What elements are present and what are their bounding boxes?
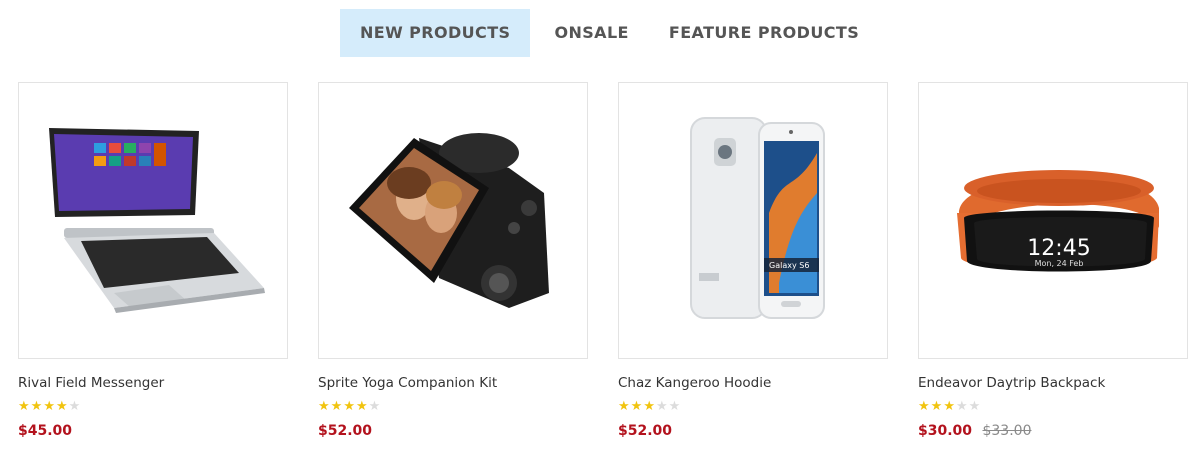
product-card: Sprite Yoga Companion Kit ★ ★ ★ ★ ★ $52.… (318, 82, 588, 439)
product-card: Galaxy S6 Chaz Kangeroo Hoodie ★ ★ ★ ★ ★… (618, 82, 888, 439)
star-icon: ★ (655, 398, 668, 413)
product-name[interactable]: Rival Field Messenger (18, 375, 164, 391)
star-icon: ★ (18, 398, 30, 413)
price-row: $52.00 (318, 422, 372, 440)
star-icon: ★ (955, 398, 968, 413)
rating-stars: ★ ★ ★ ★ ★ (318, 399, 380, 413)
price-row: $45.00 (18, 422, 72, 440)
product-price: $52.00 (618, 423, 673, 439)
star-icon: ★ (943, 398, 955, 413)
product-old-price: $33.00 (982, 423, 1032, 439)
rating-stars: ★ ★ ★ ★ ★ (918, 399, 980, 413)
star-icon: ★ (643, 398, 655, 413)
star-icon: ★ (30, 398, 43, 413)
watch-time: 12:45 (1027, 236, 1090, 261)
product-image[interactable] (318, 82, 588, 359)
phone-brand-text: Galaxy S6 (769, 261, 809, 270)
star-icon: ★ (618, 398, 630, 413)
product-image[interactable]: Galaxy S6 (618, 82, 888, 359)
tab-onsale[interactable]: ONSALE (534, 9, 648, 57)
star-icon: ★ (668, 398, 681, 413)
product-tabs: NEW PRODUCTS ONSALE FEATURE PRODUCTS (340, 9, 879, 57)
product-price: $45.00 (18, 423, 73, 439)
laptop-tablet-icon (49, 128, 265, 313)
fitness-band-icon: 12:45 Mon, 24 Feb (957, 170, 1159, 272)
star-icon: ★ (318, 398, 330, 413)
star-icon: ★ (330, 398, 343, 413)
product-name[interactable]: Sprite Yoga Companion Kit (318, 375, 497, 391)
watch-date: Mon, 24 Feb (1035, 259, 1084, 268)
rating-stars: ★ ★ ★ ★ ★ (18, 399, 80, 413)
star-icon: ★ (918, 398, 930, 413)
product-price: $52.00 (318, 423, 373, 439)
star-icon: ★ (68, 398, 81, 413)
star-icon: ★ (968, 398, 981, 413)
star-icon: ★ (55, 398, 68, 413)
star-icon: ★ (343, 398, 355, 413)
product-image[interactable]: 12:45 Mon, 24 Feb (918, 82, 1188, 359)
product-name[interactable]: Endeavor Daytrip Backpack (918, 375, 1105, 391)
camera-icon (349, 133, 549, 308)
star-icon: ★ (368, 398, 381, 413)
tab-feature-products[interactable]: FEATURE PRODUCTS (649, 9, 879, 57)
rating-stars: ★ ★ ★ ★ ★ (618, 399, 680, 413)
price-row: $30.00 $33.00 (918, 422, 1031, 440)
price-row: $52.00 (618, 422, 672, 440)
star-icon: ★ (630, 398, 643, 413)
star-icon: ★ (355, 398, 368, 413)
product-card: Rival Field Messenger ★ ★ ★ ★ ★ $45.00 (18, 82, 288, 439)
product-image[interactable] (18, 82, 288, 359)
star-icon: ★ (43, 398, 55, 413)
star-icon: ★ (930, 398, 943, 413)
product-price: $30.00 (918, 423, 973, 439)
product-card: 12:45 Mon, 24 Feb Endeavor Daytrip Backp… (918, 82, 1188, 439)
product-name[interactable]: Chaz Kangeroo Hoodie (618, 375, 771, 391)
smartphone-icon: Galaxy S6 (690, 117, 825, 319)
tab-new-products[interactable]: NEW PRODUCTS (340, 9, 531, 57)
